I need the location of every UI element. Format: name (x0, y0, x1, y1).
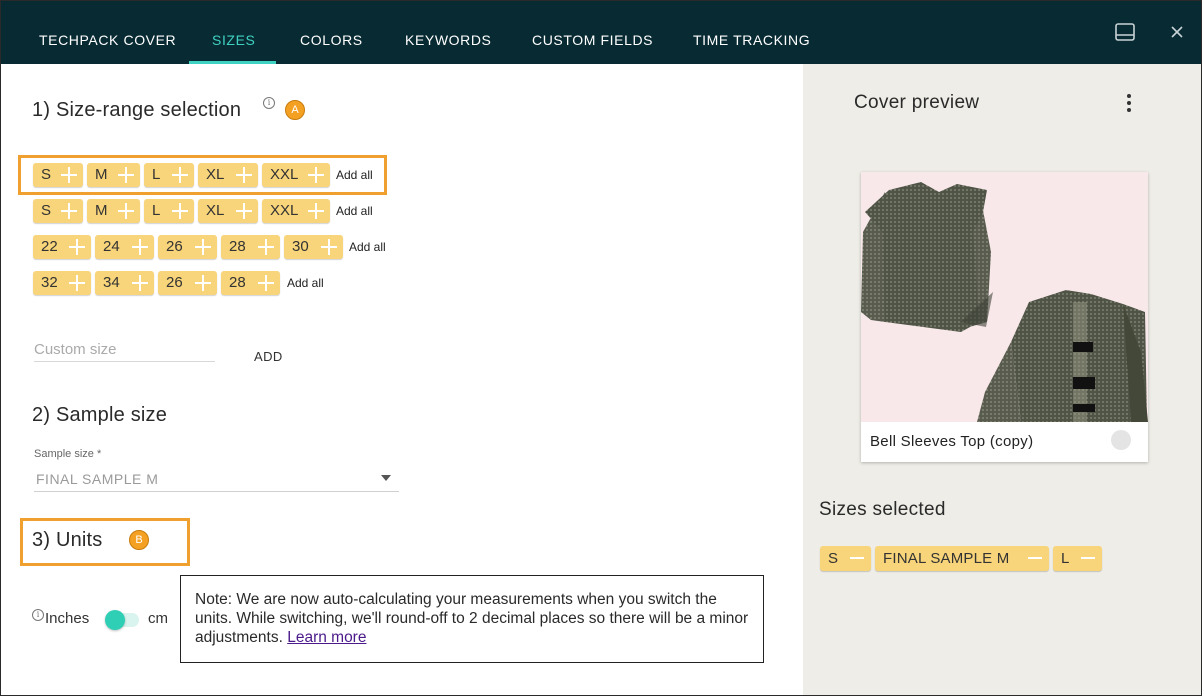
selected-size-chip: S (820, 546, 871, 571)
annotation-badge-b: B (129, 530, 149, 550)
plus-icon (61, 167, 77, 183)
size-chip[interactable]: M (87, 163, 140, 187)
plus-icon (172, 203, 188, 219)
sizes-selected-title: Sizes selected (819, 499, 946, 520)
plus-icon (236, 167, 252, 183)
plus-icon (132, 239, 148, 255)
selected-size-chip: L (1053, 546, 1102, 571)
plus-icon (258, 239, 274, 255)
add-all-button[interactable]: Add all (336, 163, 373, 187)
garment-illustration (861, 182, 1148, 422)
plus-icon (195, 275, 211, 291)
plus-icon (195, 239, 211, 255)
size-editor-window: TECHPACK COVER SIZES COLORS KEYWORDS CUS… (0, 0, 1202, 696)
plus-icon (236, 203, 252, 219)
plus-icon (308, 203, 324, 219)
size-chip[interactable]: 28 (221, 235, 280, 259)
cover-preview-title: Cover preview (854, 92, 980, 113)
size-chip[interactable]: XXL (262, 163, 330, 187)
size-chip[interactable]: S (33, 163, 83, 187)
product-name: Bell Sleeves Top (copy) (870, 433, 1034, 450)
toggle-knob (105, 610, 125, 630)
size-range-heading: 1) Size-range selection (32, 99, 242, 121)
tab-custom-fields[interactable]: CUSTOM FIELDS (532, 1, 653, 64)
size-chip[interactable]: L (144, 163, 194, 187)
plus-icon (132, 275, 148, 291)
note-text: Note: We are now auto-calculating your m… (195, 591, 749, 646)
size-chip[interactable]: 30 (284, 235, 343, 259)
size-chip[interactable]: 32 (33, 271, 91, 295)
size-chip[interactable]: 34 (95, 271, 154, 295)
preview-panel: Cover preview Bell Sleeves Top (copy) Si… (803, 64, 1201, 695)
plus-icon (69, 275, 85, 291)
plus-icon (118, 167, 134, 183)
tab-time-tracking[interactable]: TIME TRACKING (693, 1, 810, 64)
units-toggle[interactable] (105, 610, 139, 630)
size-chip[interactable]: 28 (221, 271, 280, 295)
info-icon[interactable]: i (32, 609, 44, 621)
add-all-button[interactable]: Add all (349, 235, 386, 259)
sample-size-select[interactable]: FINAL SAMPLE M (34, 466, 399, 492)
sample-size-value: FINAL SAMPLE M (36, 471, 159, 487)
info-icon[interactable]: i (263, 97, 275, 109)
sizes-settings-panel: 1) Size-range selection i A S M L XL XXL… (1, 64, 803, 695)
remove-size-icon[interactable] (850, 557, 864, 559)
size-chip[interactable]: XL (198, 163, 258, 187)
size-chip[interactable]: 24 (95, 235, 154, 259)
size-chip[interactable]: 22 (33, 235, 91, 259)
dropdown-caret-icon (381, 475, 391, 481)
tab-bar: TECHPACK COVER SIZES COLORS KEYWORDS CUS… (1, 1, 1201, 64)
plus-icon (321, 239, 337, 255)
plus-icon (118, 203, 134, 219)
size-chip[interactable]: XL (198, 199, 258, 223)
add-custom-size-button[interactable]: ADD (254, 349, 283, 364)
close-icon[interactable] (1166, 21, 1188, 43)
unit-cm-label: cm (148, 610, 168, 627)
remove-size-icon[interactable] (1081, 557, 1095, 559)
sample-size-label: Sample size * (34, 448, 102, 460)
size-chip[interactable]: 26 (158, 235, 217, 259)
tab-techpack-cover[interactable]: TECHPACK COVER (39, 1, 176, 64)
size-chip[interactable]: 26 (158, 271, 217, 295)
tab-keywords[interactable]: KEYWORDS (405, 1, 491, 64)
product-image (861, 172, 1148, 422)
plus-icon (69, 239, 85, 255)
selected-size-chip: FINAL SAMPLE M (875, 546, 1049, 571)
size-chip[interactable]: XXL (262, 199, 330, 223)
status-dot-icon (1111, 430, 1131, 450)
plus-icon (61, 203, 77, 219)
panel-icon[interactable] (1114, 21, 1136, 43)
size-chip[interactable]: S (33, 199, 83, 223)
size-chip[interactable]: L (144, 199, 194, 223)
tab-sizes[interactable]: SIZES (212, 1, 255, 64)
more-options-icon[interactable] (1125, 94, 1133, 112)
custom-size-input[interactable] (34, 338, 215, 362)
size-chip[interactable]: M (87, 199, 140, 223)
product-card[interactable]: Bell Sleeves Top (copy) (861, 172, 1148, 462)
sample-size-heading: 2) Sample size (32, 404, 168, 426)
plus-icon (172, 167, 188, 183)
plus-icon (308, 167, 324, 183)
plus-icon (258, 275, 274, 291)
learn-more-link[interactable]: Learn more (287, 629, 366, 646)
remove-size-icon[interactable] (1028, 557, 1042, 559)
add-all-button[interactable]: Add all (287, 271, 324, 295)
units-note-tooltip: Note: We are now auto-calculating your m… (180, 575, 764, 663)
annotation-badge-a: A (285, 100, 305, 120)
unit-inches-label: Inches (45, 610, 90, 627)
add-all-button[interactable]: Add all (336, 199, 373, 223)
tab-colors[interactable]: COLORS (300, 1, 363, 64)
units-heading: 3) Units (32, 529, 103, 551)
